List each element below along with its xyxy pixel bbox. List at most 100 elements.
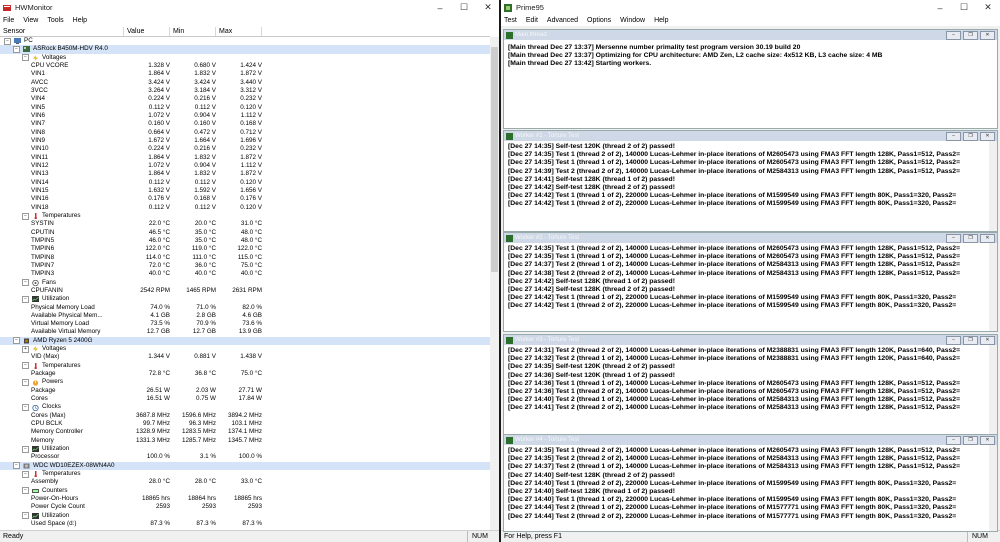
sensor-row[interactable]: AVCC 3.424 V 3.424 V 3.440 V	[0, 79, 490, 87]
collapse-icon[interactable]: −	[13, 45, 20, 53]
sensor-row[interactable]: Assembly 28.0 °C 28.0 °C 33.0 °C	[0, 478, 490, 486]
restore-icon[interactable]: ❐	[963, 30, 978, 40]
minimize-icon[interactable]: –	[946, 131, 961, 141]
sensor-row[interactable]: CPUFANIN 2542 RPM 1465 RPM 2631 RPM	[0, 287, 490, 295]
tree-group-row[interactable]: − Utilization	[0, 295, 490, 303]
sensor-row[interactable]: Processor 100.0 % 3.1 % 100.0 %	[0, 453, 490, 461]
sensor-row[interactable]: CPUTIN 46.5 °C 35.0 °C 48.0 °C	[0, 229, 490, 237]
prime95-titlebar[interactable]: Prime95 – ☐ ✕	[501, 0, 1000, 15]
sensor-row[interactable]: Package 26.51 W 2.03 W 27.71 W	[0, 387, 490, 395]
sensor-row[interactable]: Used Space (d:) 87.3 % 87.3 % 87.3 %	[0, 520, 490, 528]
mdi-caption[interactable]: Worker #4 - Torture Test – ❐ ✕	[504, 435, 997, 445]
sensor-row[interactable]: CPU VCORE 1.328 V 0.680 V 1.424 V	[0, 62, 490, 70]
close-icon[interactable]: ✕	[980, 435, 995, 445]
sensor-row[interactable]: TMPIN8 114.0 °C 111.0 °C 115.0 °C	[0, 254, 490, 262]
sensor-row[interactable]: Cores 16.51 W 0.75 W 17.84 W	[0, 395, 490, 403]
tree-group-row[interactable]: − Utilization	[0, 445, 490, 453]
sensor-row[interactable]: TMPIN5 46.0 °C 35.0 °C 48.0 °C	[0, 237, 490, 245]
collapse-icon[interactable]: −	[22, 295, 29, 303]
sensor-row[interactable]: Package 72.8 °C 36.8 °C 75.0 °C	[0, 370, 490, 378]
sensor-row[interactable]: Physical Memory Load 74.0 % 71.0 % 82.0 %	[0, 304, 490, 312]
tree-group-row[interactable]: − PC	[0, 37, 490, 45]
collapse-icon[interactable]: −	[22, 512, 29, 520]
sensor-row[interactable]: VIN15 1.632 V 1.592 V 1.656 V	[0, 187, 490, 195]
tree-group-row[interactable]: − Utilization	[0, 512, 490, 520]
collapse-icon[interactable]: −	[13, 462, 20, 470]
tree-group-row[interactable]: − Temperatures	[0, 362, 490, 370]
menu-advanced[interactable]: Advanced	[547, 17, 578, 24]
worker-2-window[interactable]: Worker #2 - Torture Test – ❐ ✕ [Dec 27 14:35…	[503, 232, 998, 332]
sensor-row[interactable]: VIN13 1.864 V 1.832 V 1.872 V	[0, 170, 490, 178]
tree-group-row[interactable]: − WDC WD10EZEX-08WN4A0	[0, 461, 490, 471]
sensor-row[interactable]: Memory 1331.3 MHz 1285.7 MHz 1345.7 MHz	[0, 437, 490, 445]
tree-group-row[interactable]: − Temperatures	[0, 212, 490, 220]
close-icon[interactable]: ✕	[476, 2, 500, 13]
menu-window[interactable]: Window	[620, 17, 645, 24]
sensor-row[interactable]: TMPIN7 72.0 °C 36.0 °C 75.0 °C	[0, 262, 490, 270]
sensor-row[interactable]: VIN11 1.864 V 1.832 V 1.872 V	[0, 154, 490, 162]
close-icon[interactable]: ✕	[980, 233, 995, 243]
sensor-row[interactable]: VIN4 0.224 V 0.216 V 0.232 V	[0, 95, 490, 103]
collapse-icon[interactable]: −	[22, 470, 29, 478]
close-icon[interactable]: ✕	[980, 30, 995, 40]
mdi-caption[interactable]: Worker #1 - Torture Test – ❐ ✕	[504, 131, 997, 141]
collapse-icon[interactable]: −	[22, 445, 29, 453]
column-max[interactable]: Max	[216, 27, 262, 36]
collapse-icon[interactable]: −	[22, 362, 29, 370]
menu-edit[interactable]: Edit	[526, 17, 538, 24]
column-value[interactable]: Value	[124, 27, 170, 36]
minimize-icon[interactable]: –	[946, 335, 961, 345]
menu-options[interactable]: Options	[587, 17, 611, 24]
tree-group-row[interactable]: − Voltages	[0, 54, 490, 62]
sensor-row[interactable]: VID (Max) 1.344 V 0.881 V 1.438 V	[0, 353, 490, 361]
sensor-tree[interactable]: − PC − ASRock B450M-HDV R4.0− Voltages CPU VC…	[0, 37, 490, 530]
log-scrollbar[interactable]	[989, 243, 997, 331]
worker-4-window[interactable]: Worker #4 - Torture Test – ❐ ✕ [Dec 27 14:35…	[503, 434, 998, 532]
sensor-row[interactable]: TMPIN6 122.0 °C 119.0 °C 122.0 °C	[0, 245, 490, 253]
close-icon[interactable]: ✕	[980, 335, 995, 345]
sensor-row[interactable]: Cores (Max) 3687.8 MHz 1596.6 MHz 3894.2 MH…	[0, 412, 490, 420]
worker-1-window[interactable]: Worker #1 - Torture Test – ❐ ✕ [Dec 27 14:35…	[503, 130, 998, 232]
minimize-icon[interactable]: –	[928, 3, 952, 13]
sensor-row[interactable]: Memory Controller 1328.9 MHz 1283.5 MHz 137…	[0, 428, 490, 436]
mdi-caption[interactable]: Main thread – ❐ ✕	[504, 30, 997, 40]
worker-3-window[interactable]: Worker #3 - Torture Test – ❐ ✕ [Dec 27 14:31…	[503, 334, 998, 436]
tree-group-row[interactable]: + Voltages	[0, 345, 490, 353]
tree-group-row[interactable]: − AMD Ryzen 5 2400G	[0, 336, 490, 346]
sensor-row[interactable]: Available Physical Mem... 4.1 GB 2.8 GB 4.6…	[0, 312, 490, 320]
sensor-row[interactable]: Available Virtual Memory 12.7 GB 12.7 GB 13…	[0, 328, 490, 336]
sensor-row[interactable]: CPU BCLK 99.7 MHz 96.3 MHz 103.1 MHz	[0, 420, 490, 428]
sensor-tree-scrollbar[interactable]	[490, 37, 499, 530]
menu-test[interactable]: Test	[504, 17, 517, 24]
maximize-icon[interactable]: ☐	[452, 2, 476, 13]
sensor-row[interactable]: VIN10 0.224 V 0.216 V 0.232 V	[0, 145, 490, 153]
sensor-row[interactable]: Power Cycle Count 2593 2593 2593	[0, 503, 490, 511]
restore-icon[interactable]: ❐	[963, 335, 978, 345]
sensor-row[interactable]: SYSTIN 22.0 °C 20.0 °C 31.0 °C	[0, 220, 490, 228]
close-icon[interactable]: ✕	[976, 2, 1000, 13]
sensor-row[interactable]: VIN8 0.664 V 0.472 V 0.712 V	[0, 129, 490, 137]
sensor-row[interactable]: VIN5 0.112 V 0.112 V 0.120 V	[0, 104, 490, 112]
tree-group-row[interactable]: − Counters	[0, 487, 490, 495]
expand-icon[interactable]: +	[22, 345, 29, 353]
sensor-row[interactable]: Virtual Memory Load 73.5 % 70.9 % 73.6 %	[0, 320, 490, 328]
close-icon[interactable]: ✕	[980, 131, 995, 141]
menu-tools[interactable]: Tools	[47, 17, 63, 24]
collapse-icon[interactable]: −	[22, 487, 29, 495]
minimize-icon[interactable]: –	[946, 435, 961, 445]
collapse-icon[interactable]: −	[22, 54, 29, 62]
maximize-icon[interactable]: ☐	[952, 2, 976, 13]
menu-view[interactable]: View	[23, 17, 38, 24]
log-scrollbar[interactable]	[989, 445, 997, 531]
restore-icon[interactable]: ❐	[963, 435, 978, 445]
column-min[interactable]: Min	[170, 27, 216, 36]
collapse-icon[interactable]: −	[22, 279, 29, 287]
mdi-caption[interactable]: Worker #3 - Torture Test – ❐ ✕	[504, 335, 997, 345]
sensor-row[interactable]: VIN12 1.072 V 0.904 V 1.112 V	[0, 162, 490, 170]
collapse-icon[interactable]: −	[22, 212, 29, 220]
restore-icon[interactable]: ❐	[963, 233, 978, 243]
log-scrollbar[interactable]	[989, 345, 997, 435]
collapse-icon[interactable]: −	[13, 337, 20, 345]
minimize-icon[interactable]: –	[946, 30, 961, 40]
hwmonitor-titlebar[interactable]: HWMonitor – ☐ ✕	[0, 0, 500, 15]
